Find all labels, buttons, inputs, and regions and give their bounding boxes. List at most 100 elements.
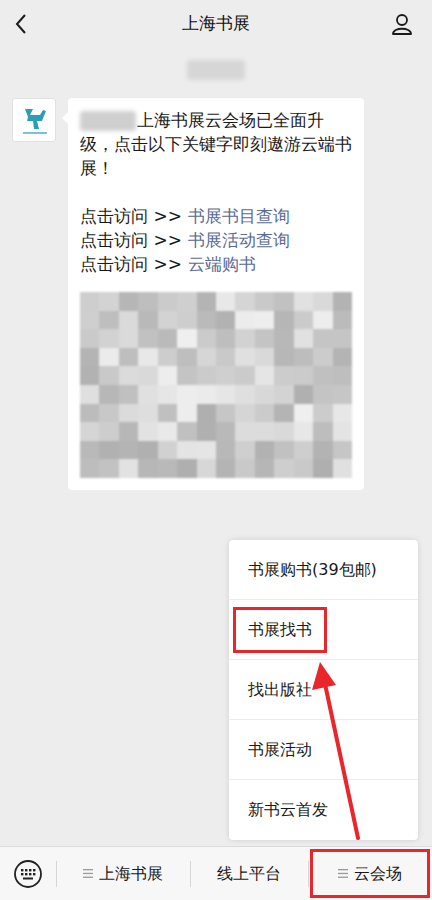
image-cell	[274, 366, 293, 385]
submenu-popup: 书展购书(39包邮) 书展找书找出版社书展活动新书云首发	[229, 540, 418, 840]
keyword-link[interactable]: 书展书目查询	[188, 204, 290, 228]
keyboard-icon[interactable]	[0, 847, 56, 900]
tab-divider	[308, 861, 309, 887]
image-cell	[216, 404, 235, 423]
submenu-label: 书展找书	[233, 607, 327, 653]
image-cell	[313, 404, 332, 423]
submenu-item[interactable]: 新书云首发	[229, 780, 418, 840]
image-cell	[255, 385, 274, 404]
image-cell	[177, 348, 196, 367]
image-cell	[216, 366, 235, 385]
image-cell	[119, 311, 138, 330]
image-cell	[119, 292, 138, 311]
image-cell	[138, 329, 157, 348]
image-cell	[80, 348, 99, 367]
image-cell	[235, 311, 254, 330]
image-cell	[294, 292, 313, 311]
image-cell	[274, 311, 293, 330]
image-cell	[274, 292, 293, 311]
bottom-menu-bar: 上海书展 线上平台 云会场	[0, 846, 432, 900]
image-cell	[333, 329, 352, 348]
image-cell	[158, 385, 177, 404]
image-cell	[80, 441, 99, 460]
image-cell	[216, 292, 235, 311]
image-cell	[333, 422, 352, 441]
image-cell	[294, 422, 313, 441]
bottom-tab[interactable]: 上海书展	[56, 847, 190, 900]
image-cell	[99, 385, 118, 404]
timestamp-blurred	[187, 60, 245, 80]
image-cell	[313, 348, 332, 367]
image-cell	[99, 441, 118, 460]
tab-label: 云会场	[354, 862, 402, 886]
image-cell	[274, 329, 293, 348]
back-icon[interactable]	[0, 13, 56, 35]
link-line: 点击访问 >>书展活动查询	[80, 228, 352, 252]
link-line: 点击访问 >>书展书目查询	[80, 204, 352, 228]
image-cell	[197, 385, 216, 404]
image-cell	[138, 311, 157, 330]
blurred-image[interactable]	[80, 292, 352, 478]
image-cell	[333, 292, 352, 311]
page-title: 上海书展	[56, 11, 376, 37]
bottom-tab[interactable]: 线上平台	[190, 847, 308, 900]
image-cell	[80, 459, 99, 478]
image-cell	[255, 422, 274, 441]
image-cell	[177, 329, 196, 348]
image-cell	[313, 311, 332, 330]
image-cell	[99, 404, 118, 423]
message-bubble: 上海书展云会场已全面升级，点击以下关键字即刻遨游云端书展！点击访问 >>书展书目…	[68, 98, 364, 490]
bottom-tab[interactable]: 云会场	[308, 847, 432, 900]
image-cell	[255, 329, 274, 348]
image-cell	[80, 404, 99, 423]
image-cell	[99, 311, 118, 330]
image-cell	[294, 385, 313, 404]
image-cell	[197, 422, 216, 441]
image-cell	[274, 441, 293, 460]
image-cell	[177, 311, 196, 330]
image-cell	[255, 441, 274, 460]
image-cell	[216, 329, 235, 348]
profile-icon[interactable]	[376, 12, 432, 36]
bubble-tail	[62, 112, 68, 124]
image-cell	[274, 348, 293, 367]
account-avatar-icon[interactable]	[12, 98, 56, 142]
image-cell	[138, 441, 157, 460]
image-cell	[313, 292, 332, 311]
submenu-item[interactable]: 书展活动	[229, 720, 418, 780]
image-cell	[197, 311, 216, 330]
image-cell	[158, 292, 177, 311]
image-cell	[216, 348, 235, 367]
image-cell	[177, 422, 196, 441]
image-cell	[158, 366, 177, 385]
image-cell	[99, 292, 118, 311]
image-cell	[333, 459, 352, 478]
tab-label: 上海书展	[99, 862, 163, 886]
submenu-item[interactable]: 书展购书(39包邮)	[229, 540, 418, 600]
image-cell	[313, 385, 332, 404]
submenu-label: 新书云首发	[248, 798, 328, 822]
image-cell	[119, 329, 138, 348]
image-cell	[235, 441, 254, 460]
tab-label: 线上平台	[217, 862, 281, 886]
submenu-item[interactable]: 书展找书	[229, 600, 418, 660]
image-cell	[197, 329, 216, 348]
image-cell	[235, 459, 254, 478]
image-cell	[216, 385, 235, 404]
keyword-link[interactable]: 书展活动查询	[188, 228, 290, 252]
tab-divider	[56, 861, 57, 887]
image-cell	[235, 329, 254, 348]
image-cell	[119, 422, 138, 441]
image-cell	[197, 292, 216, 311]
image-cell	[235, 385, 254, 404]
message-row: 上海书展云会场已全面升级，点击以下关键字即刻遨游云端书展！点击访问 >>书展书目…	[0, 98, 432, 490]
image-cell	[99, 329, 118, 348]
image-cell	[235, 292, 254, 311]
keyword-link[interactable]: 云端购书	[188, 252, 256, 276]
submenu-item[interactable]: 找出版社	[229, 660, 418, 720]
image-cell	[333, 404, 352, 423]
image-cell	[274, 404, 293, 423]
image-cell	[119, 348, 138, 367]
image-cell	[138, 422, 157, 441]
image-cell	[235, 348, 254, 367]
